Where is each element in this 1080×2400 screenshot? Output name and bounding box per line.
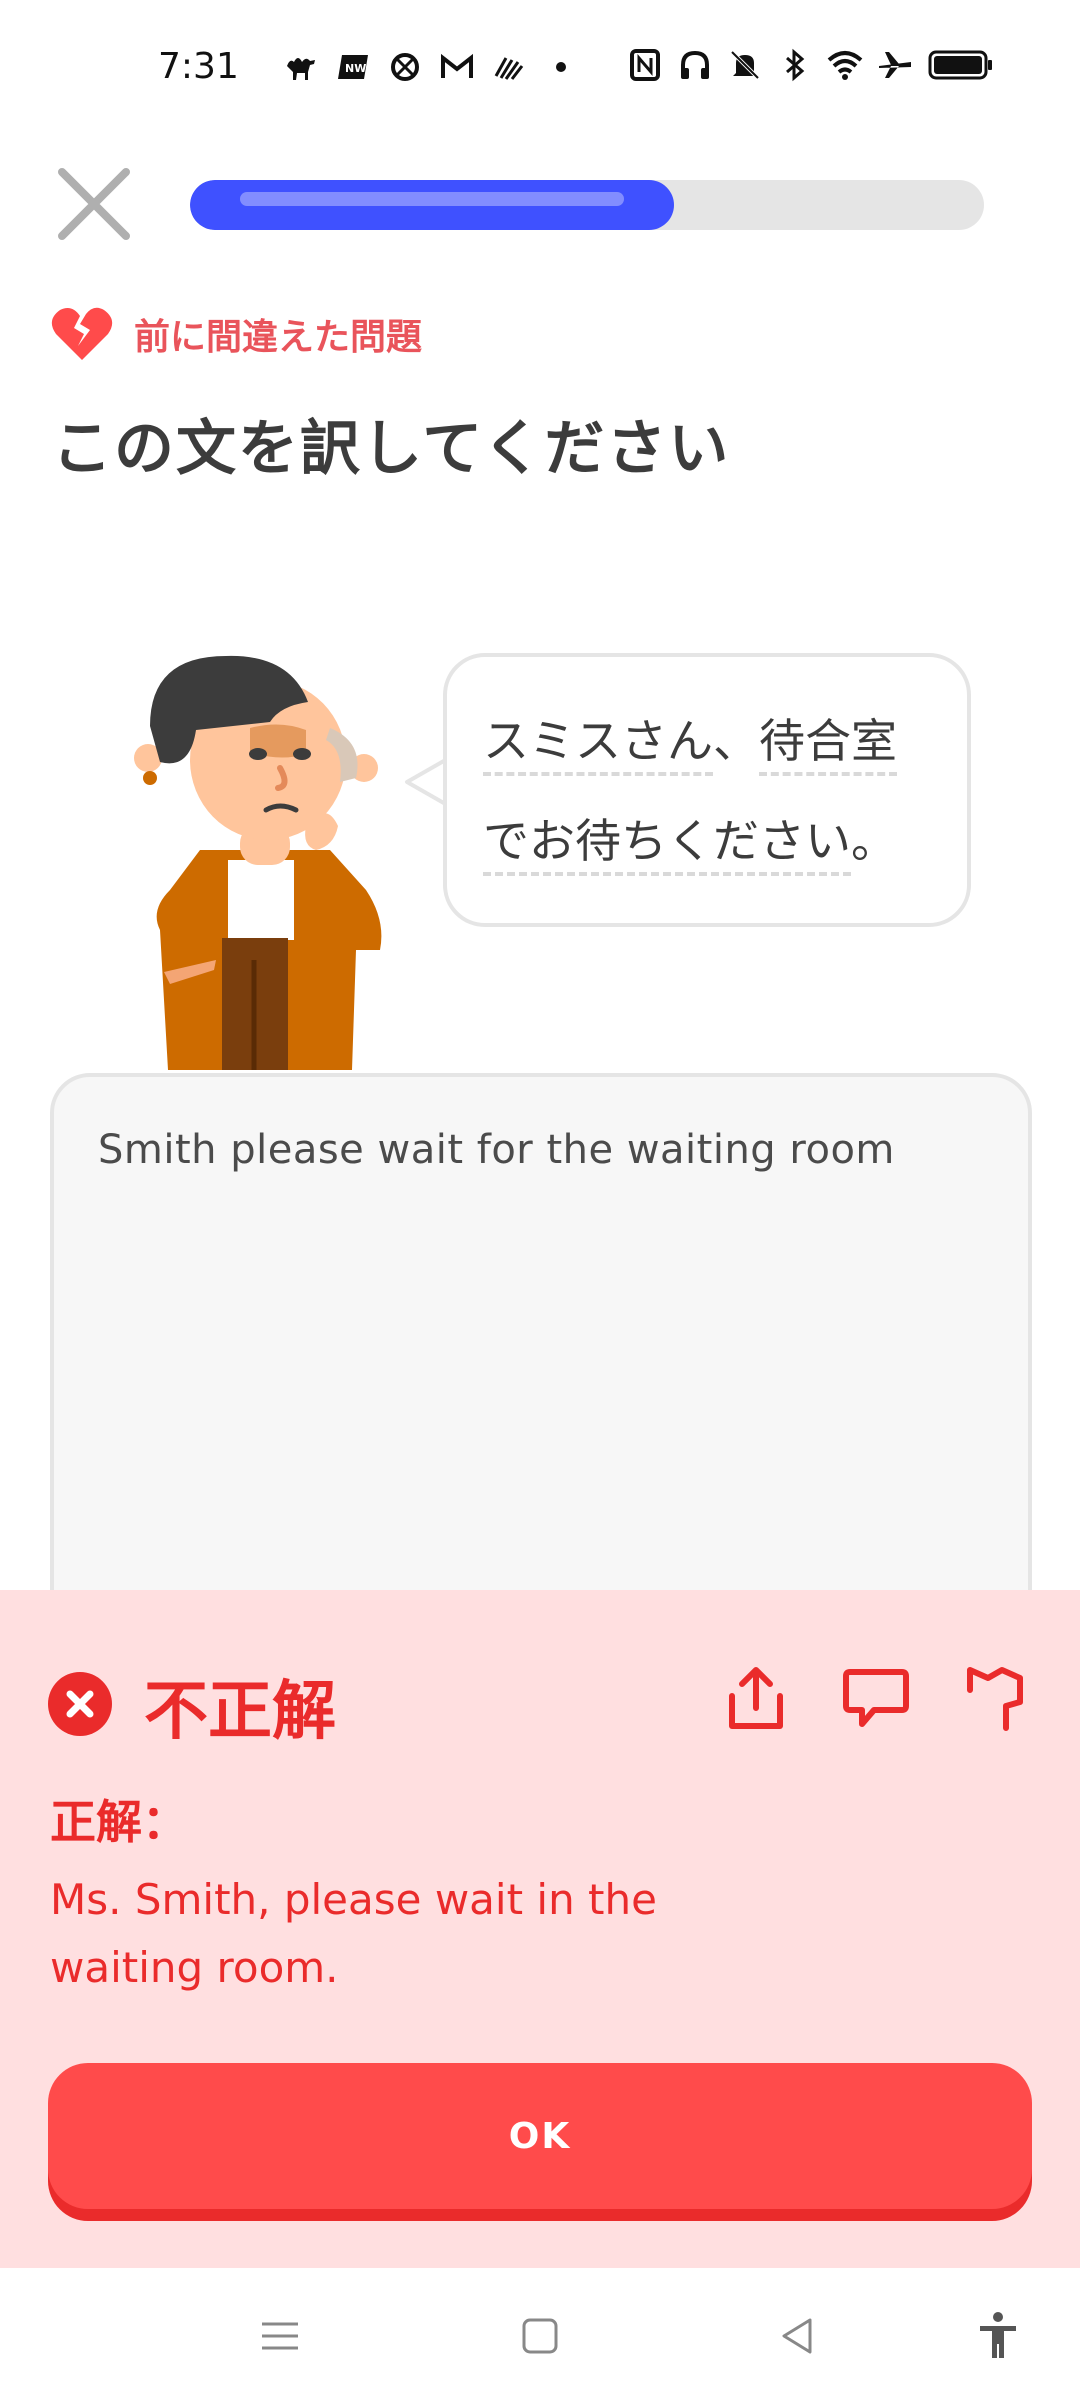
feedback-title: 不正解: [144, 1675, 336, 1749]
system-nav-bar: [0, 2268, 1080, 2400]
dot-icon: [542, 48, 580, 86]
speech-bubble: スミスさん、待合室 でお待ちください。: [443, 653, 971, 927]
home-icon: [522, 2318, 558, 2354]
hint-word[interactable]: 待合室: [759, 714, 897, 776]
close-button[interactable]: [54, 164, 134, 244]
correct-answer-label: 正解：: [50, 1795, 188, 1849]
flag-icon: [967, 1667, 1023, 1731]
accessibility-button[interactable]: [970, 2308, 1026, 2364]
close-icon: [58, 168, 130, 240]
headphones-icon: [676, 46, 714, 84]
comment-icon: [843, 1669, 909, 1727]
notification-icons: NW: [282, 48, 580, 86]
status-time: 7:31: [158, 46, 239, 87]
gmail-icon: [438, 48, 476, 86]
hint-word[interactable]: でお待ちください: [483, 814, 851, 876]
battery-icon: [926, 46, 996, 84]
share-icon: [729, 1667, 783, 1729]
incorrect-icon: [48, 1672, 112, 1736]
hint-word[interactable]: スミスさん: [483, 714, 713, 776]
wifi-icon: [826, 46, 864, 84]
broken-heart-icon: [51, 307, 113, 360]
sentence-line-2: でお待ちください。: [483, 791, 931, 891]
news-icon: NW: [334, 48, 372, 86]
bluetooth-icon: [776, 46, 814, 84]
app-icon: [386, 48, 424, 86]
page-title: この文を訳してください: [52, 414, 731, 484]
correct-answer-text: Ms. Smith, please wait in the waiting ro…: [50, 1875, 657, 1992]
answer-text: Smith please wait for the waiting room: [98, 1127, 895, 1173]
previous-mistake-tag: 前に間違えた問題: [50, 306, 422, 362]
report-button[interactable]: [962, 1662, 1034, 1734]
progress-highlight: [240, 192, 625, 206]
airplane-icon: [876, 46, 914, 84]
ok-button[interactable]: OK: [48, 2063, 1032, 2209]
sentence-punctuation: 。: [851, 814, 897, 868]
sentence-punctuation: 、: [713, 714, 759, 768]
camel-icon: [282, 48, 320, 86]
previous-mistake-label: 前に間違えた問題: [134, 317, 423, 358]
menu-icon: [262, 2322, 298, 2350]
home-button[interactable]: [512, 2308, 568, 2364]
mute-icon: [726, 46, 764, 84]
recents-button[interactable]: [252, 2308, 308, 2364]
back-button[interactable]: [770, 2308, 826, 2364]
lesson-progress-bar: [190, 180, 984, 230]
share-button[interactable]: [720, 1662, 792, 1734]
system-icons: [626, 46, 996, 84]
ok-button-label: OK: [508, 2115, 572, 2157]
wave-icon: [490, 48, 528, 86]
accessibility-icon: [980, 2312, 1016, 2358]
status-bar: 7:31 NW: [0, 0, 1080, 140]
answer-input[interactable]: Smith please wait for the waiting room: [50, 1073, 1032, 1633]
nfc-icon: [626, 46, 664, 84]
sentence-line-1: スミスさん、待合室: [483, 691, 931, 791]
character-illustration: [130, 650, 400, 1070]
discussion-button[interactable]: [840, 1662, 912, 1734]
svg-text:NW: NW: [345, 62, 366, 75]
back-icon: [782, 2318, 812, 2354]
